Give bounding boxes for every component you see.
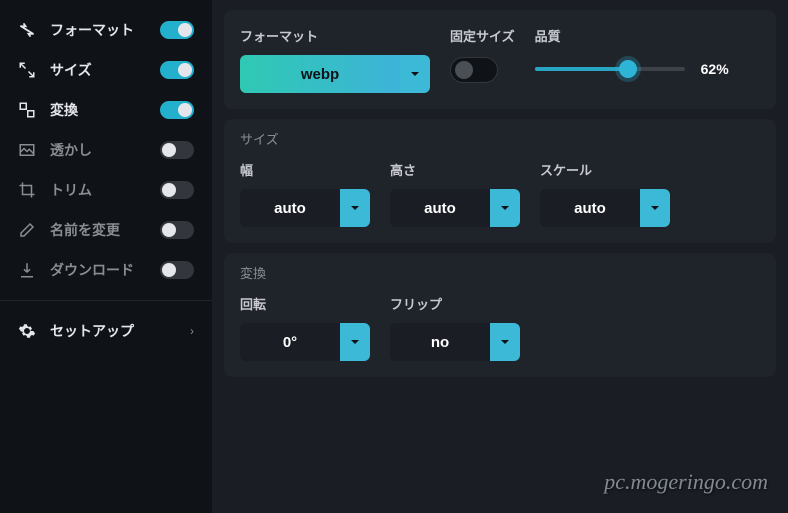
sidebar: フォーマット サイズ 変換 透かし トリム 名前を変更 (0, 0, 212, 513)
toggle-download[interactable] (160, 261, 194, 279)
rotate-select[interactable]: 0° (240, 323, 370, 361)
sidebar-label: セットアップ (50, 321, 190, 341)
scale-select[interactable]: auto (540, 189, 670, 227)
panel-transform: 変換 回転 0° フリップ no (224, 253, 776, 377)
toggle-watermark[interactable] (160, 141, 194, 159)
toggle-format[interactable] (160, 21, 194, 39)
rename-icon (18, 221, 36, 239)
format-icon (18, 21, 36, 39)
chevron-down-icon (490, 189, 520, 227)
width-select[interactable]: auto (240, 189, 370, 227)
panel-size: サイズ 幅 auto 高さ auto スケール auto (224, 119, 776, 243)
sidebar-item-setup[interactable]: セットアップ › (0, 311, 212, 351)
format-label: フォーマット (240, 26, 430, 45)
height-select[interactable]: auto (390, 189, 520, 227)
sidebar-label: 透かし (50, 140, 160, 160)
sidebar-label: 変換 (50, 100, 160, 120)
rotate-value: 0° (240, 323, 340, 361)
sidebar-label: ダウンロード (50, 260, 160, 280)
width-value: auto (240, 189, 340, 227)
chevron-down-icon (490, 323, 520, 361)
format-value: webp (240, 55, 400, 93)
scale-value: auto (540, 189, 640, 227)
sidebar-label: トリム (50, 180, 160, 200)
size-title: サイズ (240, 129, 760, 148)
slider-thumb[interactable] (619, 60, 637, 78)
flip-value: no (390, 323, 490, 361)
panel-format: フォーマット webp 固定サイズ 品質 (224, 10, 776, 109)
chevron-right-icon: › (190, 324, 194, 338)
download-icon (18, 261, 36, 279)
chevron-down-icon (340, 323, 370, 361)
rotate-label: 回転 (240, 294, 370, 313)
sidebar-item-trim[interactable]: トリム (0, 170, 212, 210)
flip-select[interactable]: no (390, 323, 520, 361)
main-content: フォーマット webp 固定サイズ 品質 (212, 0, 788, 513)
resize-icon (18, 61, 36, 79)
transform-title: 変換 (240, 263, 760, 282)
height-label: 高さ (390, 160, 520, 179)
quality-slider[interactable] (535, 67, 685, 71)
chevron-down-icon (340, 189, 370, 227)
sidebar-item-download[interactable]: ダウンロード (0, 250, 212, 290)
toggle-trim[interactable] (160, 181, 194, 199)
format-select[interactable]: webp (240, 55, 430, 93)
toggle-transform[interactable] (160, 101, 194, 119)
transform-icon (18, 101, 36, 119)
crop-icon (18, 181, 36, 199)
scale-label: スケール (540, 160, 670, 179)
sidebar-item-transform[interactable]: 変換 (0, 90, 212, 130)
sidebar-label: 名前を変更 (50, 220, 160, 240)
sidebar-item-size[interactable]: サイズ (0, 50, 212, 90)
toggle-size[interactable] (160, 61, 194, 79)
height-value: auto (390, 189, 490, 227)
fixed-size-toggle[interactable] (450, 57, 498, 83)
sidebar-item-watermark[interactable]: 透かし (0, 130, 212, 170)
sidebar-label: フォーマット (50, 20, 160, 40)
quality-label: 品質 (535, 26, 760, 45)
width-label: 幅 (240, 160, 370, 179)
sidebar-label: サイズ (50, 60, 160, 80)
fixed-size-label: 固定サイズ (450, 26, 515, 45)
slider-fill (535, 67, 628, 71)
watermark-icon (18, 141, 36, 159)
separator (0, 300, 212, 301)
chevron-down-icon (640, 189, 670, 227)
quality-value: 62% (701, 61, 729, 77)
flip-label: フリップ (390, 294, 520, 313)
toggle-rename[interactable] (160, 221, 194, 239)
sidebar-item-rename[interactable]: 名前を変更 (0, 210, 212, 250)
gear-icon (18, 322, 36, 340)
sidebar-item-format[interactable]: フォーマット (0, 10, 212, 50)
chevron-down-icon (400, 55, 430, 93)
